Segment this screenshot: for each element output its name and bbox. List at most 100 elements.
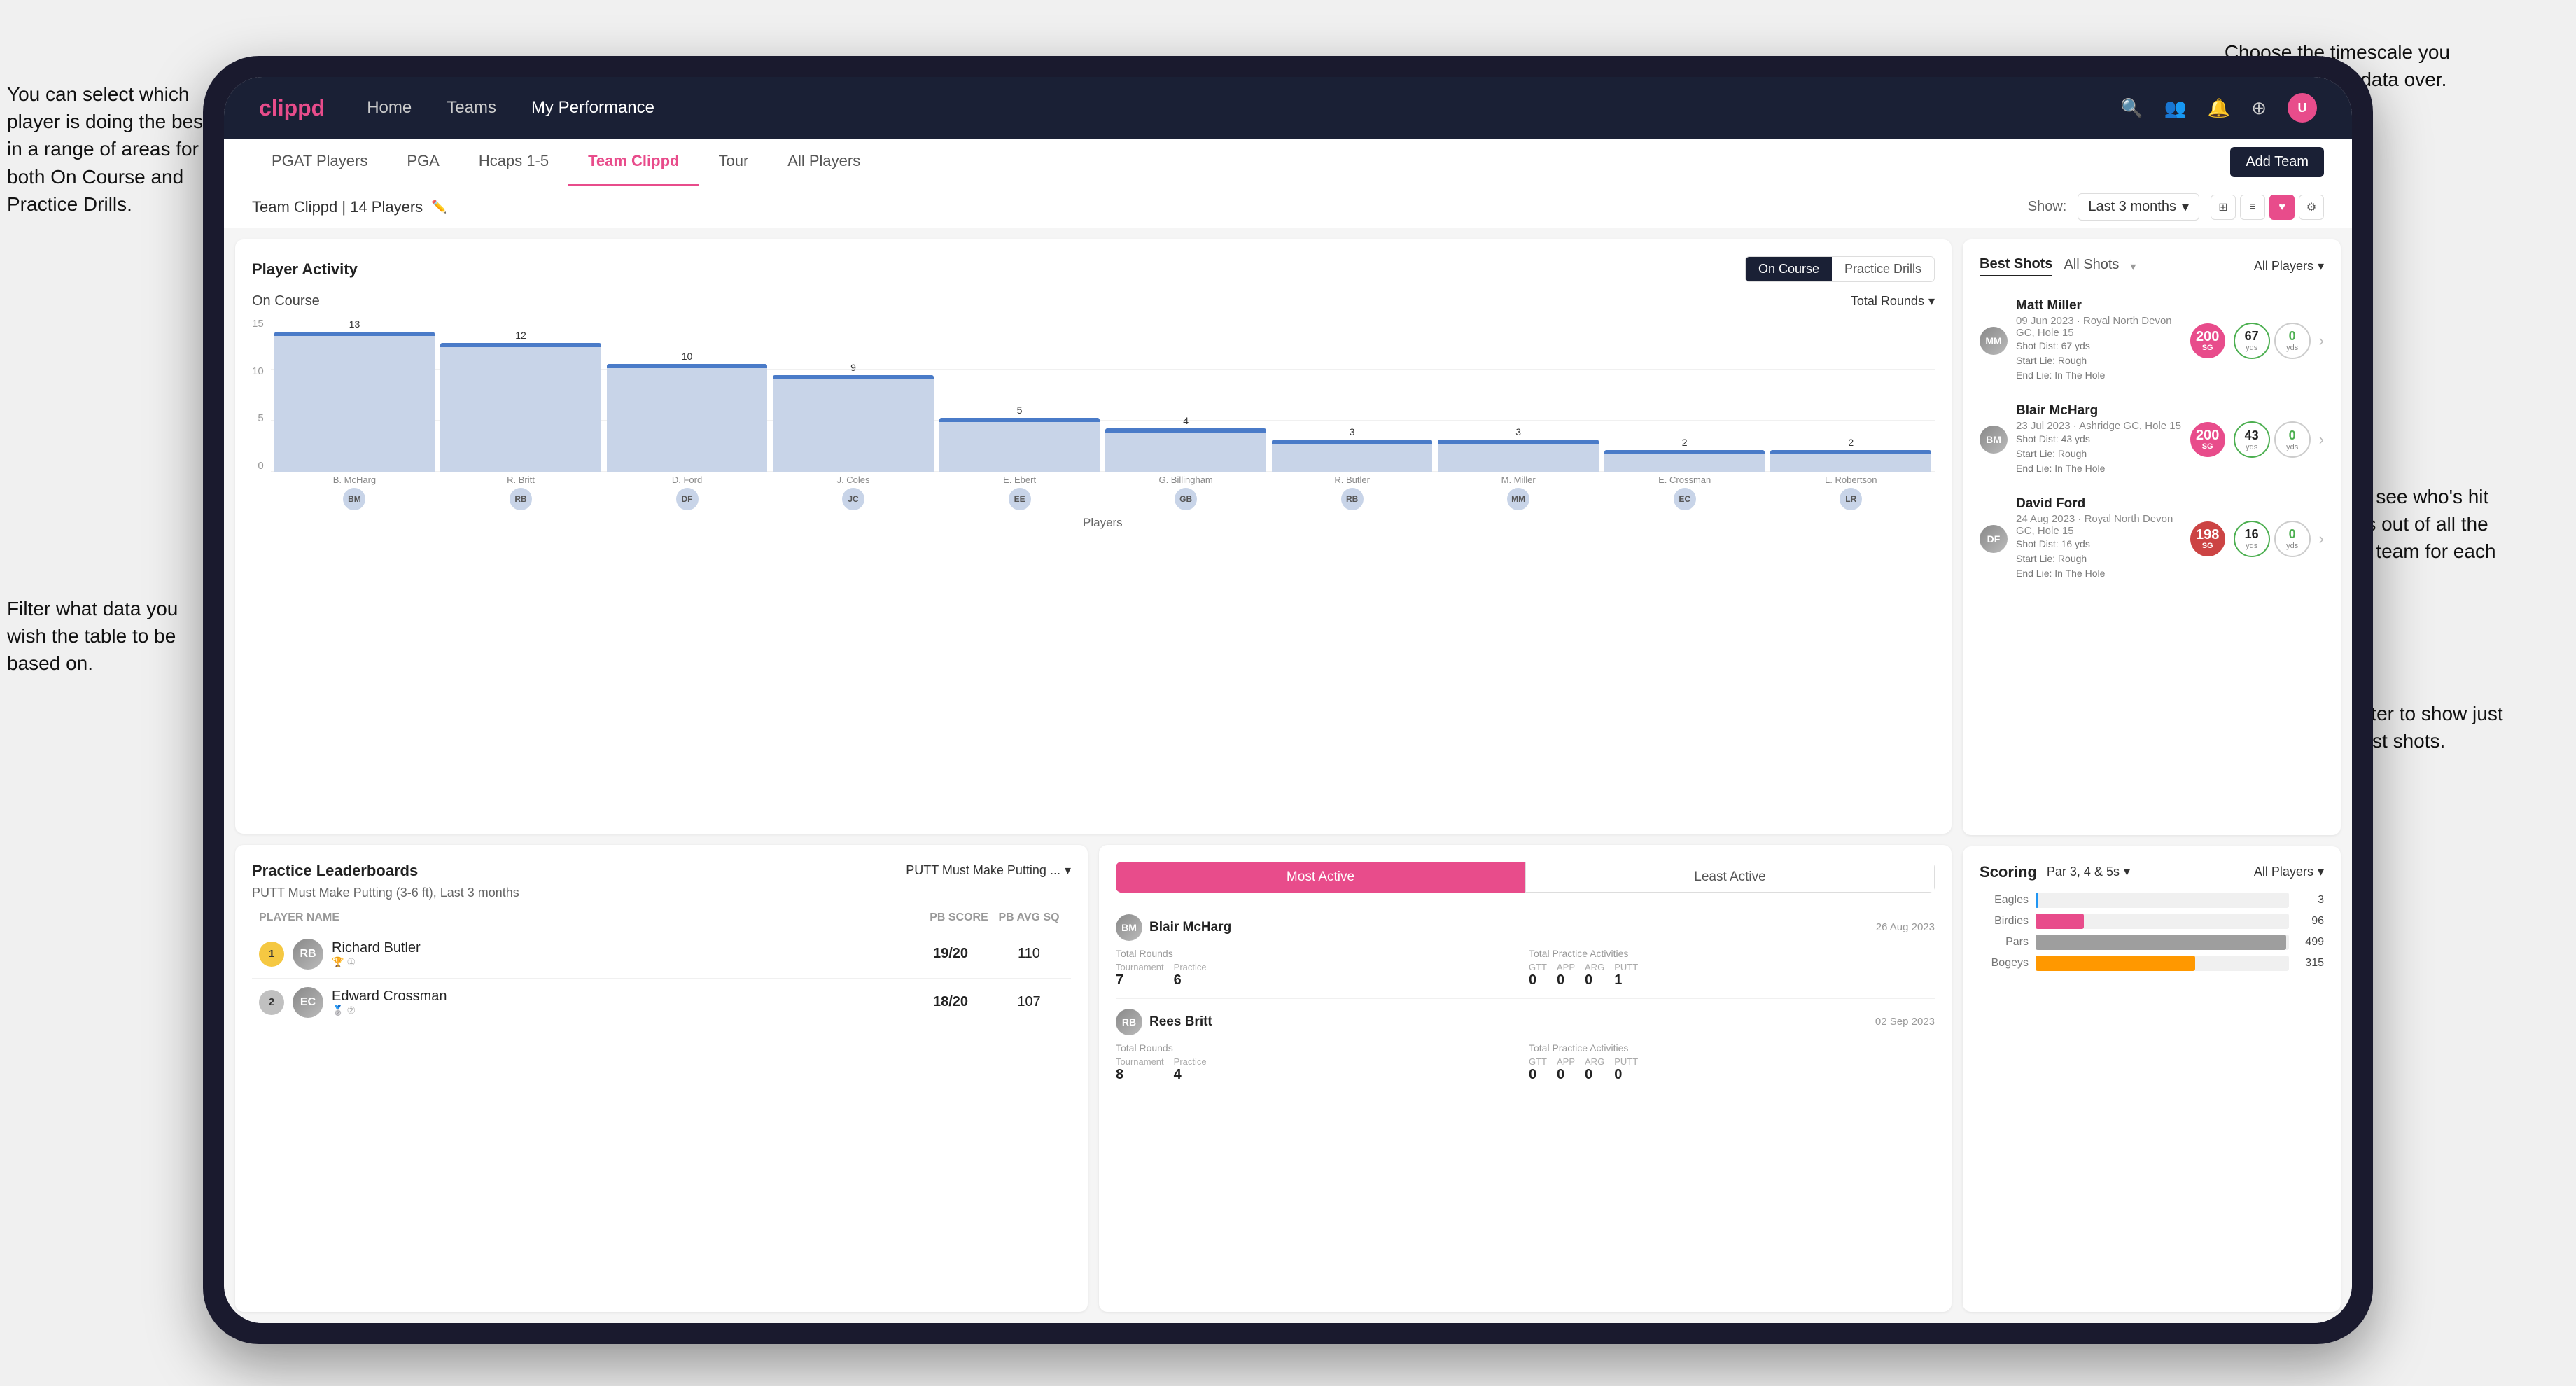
plus-circle-icon[interactable]: ⊕ <box>2251 97 2267 119</box>
x-avatar-9: EC <box>1604 488 1765 510</box>
shot-chevron-1[interactable]: › <box>2319 332 2324 350</box>
practice-leaderboards-card: Practice Leaderboards PUTT Must Make Put… <box>235 845 1088 1312</box>
scoring-label-pars: Pars <box>1980 936 2029 948</box>
lb-name-2: Edward Crossman <box>332 988 907 1004</box>
sub-nav-tour[interactable]: Tour <box>699 139 768 186</box>
pa-stats-grid-2: Total Rounds Tournament 8 Practice <box>1116 1042 1935 1083</box>
view-settings-icon[interactable]: ⚙ <box>2299 195 2324 220</box>
shot-chevron-3[interactable]: › <box>2319 530 2324 548</box>
bar-3 <box>607 364 768 472</box>
practice-dropdown[interactable]: PUTT Must Make Putting ... ▾ <box>906 863 1071 878</box>
main-content: Player Activity On Course Practice Drill… <box>224 228 2352 1323</box>
team-name: Team Clippd | 14 Players ✏️ <box>252 198 447 216</box>
stat-circle-3a: 16 yds <box>2234 521 2270 557</box>
users-icon[interactable]: 👥 <box>2164 97 2186 119</box>
best-shots-tab[interactable]: Best Shots <box>1980 256 2052 276</box>
x-label-7: R. Butler <box>1272 475 1433 485</box>
bar-5 <box>939 418 1100 472</box>
leaderboard-row-1: 1 RB Richard Butler 🏆 ① <box>252 930 1071 978</box>
practice-header: Practice Leaderboards PUTT Must Make Put… <box>252 862 1071 880</box>
stat-circle-2a: 43 yds <box>2234 421 2270 458</box>
stat-circle-3b: 0 yds <box>2274 521 2311 557</box>
user-avatar[interactable]: U <box>2288 93 2317 122</box>
pa-date-1: 26 Aug 2023 <box>1876 921 1935 933</box>
chart-sub-header: On Course Total Rounds ▾ <box>252 293 1935 309</box>
x-axis-title: Players <box>271 516 1935 530</box>
show-dropdown[interactable]: Last 3 months ▾ <box>2078 193 2199 220</box>
lb-avatar-1: RB <box>293 939 323 969</box>
leaderboard-row-2: 2 EC Edward Crossman 🥈 ② <box>252 978 1071 1026</box>
bar-chart: 15 10 5 0 <box>252 318 1935 514</box>
lh-col-avg: PB AVG SQ <box>994 911 1064 924</box>
add-team-button[interactable]: Add Team <box>2230 147 2324 177</box>
practice-subtitle: PUTT Must Make Putting (3-6 ft), Last 3 … <box>252 886 1071 900</box>
search-icon[interactable]: 🔍 <box>2120 97 2143 119</box>
bar-group-10: 2 <box>1770 437 1931 472</box>
player-activity-header: Player Activity On Course Practice Drill… <box>252 256 1935 282</box>
best-shots-card: Best Shots All Shots ▾ All Players ▾ MM … <box>1963 239 2341 835</box>
x-avatar-1: BM <box>274 488 435 510</box>
on-course-toggle[interactable]: On Course <box>1746 257 1832 281</box>
scoring-bar-birdies <box>2036 913 2289 929</box>
lh-col-name: PLAYER NAME <box>259 911 924 924</box>
nav-home[interactable]: Home <box>367 98 412 118</box>
scoring-val-birdies: 96 <box>2296 915 2324 927</box>
shot-dist-2: Shot Dist: 43 yds Start Lie: Rough End L… <box>2016 432 2182 476</box>
shot-badge-3: 198 SG <box>2190 522 2225 556</box>
pa-avatar-1: BM <box>1116 914 1142 941</box>
view-icons: ⊞ ≡ ♥ ⚙ <box>2211 195 2324 220</box>
shot-player-name-1: Matt Miller <box>2016 298 2182 314</box>
pa-name-2: Rees Britt <box>1149 1014 1868 1030</box>
shot-detail-3: 24 Aug 2023 · Royal North Devon GC, Hole… <box>2016 513 2182 537</box>
all-shots-tab[interactable]: All Shots <box>2064 257 2119 276</box>
nav-my-performance[interactable]: My Performance <box>531 98 654 118</box>
chevron-down-icon: ▾ <box>2182 198 2189 216</box>
bar-group-2: 12 <box>440 330 601 472</box>
player-activity-row-1: BM Blair McHarg 26 Aug 2023 Total Rounds <box>1116 904 1935 998</box>
best-shots-header: Best Shots All Shots ▾ All Players ▾ <box>1980 256 2324 276</box>
x-label-4: J. Coles <box>773 475 934 485</box>
sub-nav-pgat[interactable]: PGAT Players <box>252 139 387 186</box>
shot-dist-1: Shot Dist: 67 yds Start Lie: Rough End L… <box>2016 339 2182 383</box>
least-active-tab[interactable]: Least Active <box>1525 862 1935 892</box>
chevron-down-icon: ▾ <box>2130 260 2136 274</box>
scoring-val-bogeys: 315 <box>2296 957 2324 969</box>
sub-nav-pga[interactable]: PGA <box>387 139 458 186</box>
bar-6 <box>1105 428 1266 472</box>
bell-icon[interactable]: 🔔 <box>2208 97 2230 119</box>
scoring-players-dropdown[interactable]: All Players ▾ <box>2254 864 2324 879</box>
stat-circle-1a: 67 yds <box>2234 323 2270 359</box>
x-label-8: M. Miller <box>1438 475 1599 485</box>
lb-score-2: 18/20 <box>916 994 986 1010</box>
scoring-title: Scoring <box>1980 863 2037 881</box>
sub-nav-hcaps[interactable]: Hcaps 1-5 <box>459 139 568 186</box>
view-list-icon[interactable]: ≡ <box>2240 195 2265 220</box>
view-grid-icon[interactable]: ⊞ <box>2211 195 2236 220</box>
team-header-right: Show: Last 3 months ▾ ⊞ ≡ ♥ ⚙ <box>2028 193 2324 220</box>
sub-nav-team-clippd[interactable]: Team Clippd <box>568 139 699 186</box>
shot-chevron-2[interactable]: › <box>2319 430 2324 449</box>
chevron-down-icon: ▾ <box>2124 864 2130 879</box>
x-axis-labels: B. McHarg R. Britt D. Ford J. Coles E. E… <box>271 472 1935 485</box>
view-heart-icon[interactable]: ♥ <box>2269 195 2295 220</box>
chevron-down-icon: ▾ <box>2318 864 2324 879</box>
most-active-tab[interactable]: Most Active <box>1116 862 1525 892</box>
bar-group-5: 5 <box>939 405 1100 472</box>
most-active-tabs: Most Active Least Active <box>1116 862 1935 892</box>
bar-9 <box>1604 450 1765 472</box>
nav-teams[interactable]: Teams <box>447 98 496 118</box>
bottom-row: Practice Leaderboards PUTT Must Make Put… <box>235 845 1952 1312</box>
nav-links: Home Teams My Performance <box>367 98 2120 118</box>
lb-avatar-2: EC <box>293 987 323 1018</box>
sub-nav-all-players[interactable]: All Players <box>768 139 880 186</box>
practice-drills-toggle[interactable]: Practice Drills <box>1832 257 1934 281</box>
chevron-down-icon: ▾ <box>2318 259 2324 274</box>
shot-info-2: Blair McHarg 23 Jul 2023 · Ashridge GC, … <box>2016 403 2182 476</box>
par-dropdown[interactable]: Par 3, 4 & 5s ▾ <box>2047 864 2130 879</box>
bar-8 <box>1438 440 1599 472</box>
all-players-dropdown[interactable]: All Players ▾ <box>2254 259 2324 274</box>
x-avatar-8: MM <box>1438 488 1599 510</box>
chart-dropdown[interactable]: Total Rounds ▾ <box>1851 294 1935 309</box>
lb-name-1: Richard Butler <box>332 940 907 956</box>
edit-icon[interactable]: ✏️ <box>431 200 447 214</box>
